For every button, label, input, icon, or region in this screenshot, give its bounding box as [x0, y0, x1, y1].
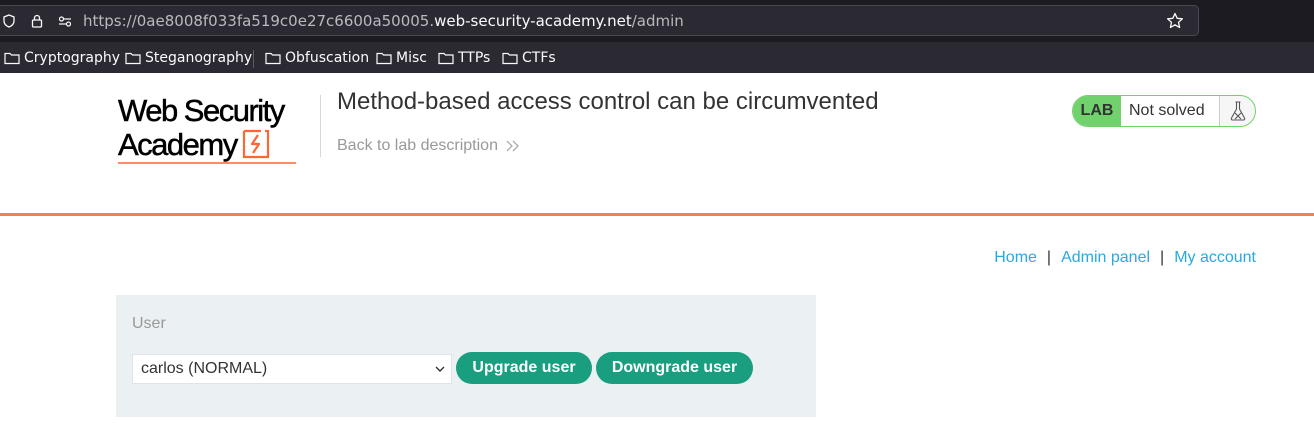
lab-label: LAB [1073, 96, 1121, 126]
chevron-down-icon [435, 366, 445, 372]
logo-line-1: Web Security [118, 93, 286, 128]
bookmark-obfuscation[interactable]: Obfuscation [265, 48, 369, 68]
url-host: web-security-academy.net [434, 12, 632, 30]
bookmark-label: Steganography [145, 50, 253, 66]
bookmark-misc[interactable]: Misc [376, 48, 427, 68]
bookmark-cryptography[interactable]: Cryptography [4, 48, 120, 68]
lock-icon[interactable] [30, 14, 44, 28]
folder-icon [376, 52, 392, 65]
flask-icon-wrapper [1220, 96, 1255, 126]
bookmarks-bar: Cryptography Steganography Obfuscation M… [0, 42, 1314, 73]
url-text[interactable]: https://0ae8008f033fa519c0e27c6600a50005… [83, 12, 684, 30]
folder-icon [4, 52, 20, 65]
lab-title: Method-based access control can be circu… [337, 88, 879, 115]
user-select[interactable]: carlos (NORMAL) [132, 354, 452, 384]
user-select-value: carlos (NORMAL) [141, 360, 268, 377]
lab-status-text: Not solved [1121, 96, 1220, 126]
bookmark-label: CTFs [522, 50, 556, 66]
bookmark-label: Obfuscation [285, 50, 370, 66]
top-navigation: Home | Admin panel | My account [994, 249, 1256, 267]
double-chevron-right-icon [506, 140, 519, 152]
nav-my-account-link[interactable]: My account [1174, 249, 1256, 267]
browser-toolbar: https://0ae8008f033fa519c0e27c6600a50005… [0, 0, 1314, 42]
nav-separator: | [1160, 249, 1165, 266]
lab-status-badge: LAB Not solved [1072, 95, 1256, 127]
flask-icon [1230, 101, 1245, 121]
admin-user-form: User carlos (NORMAL) Upgrade user Downgr… [116, 295, 816, 417]
nav-admin-panel-link[interactable]: Admin panel [1061, 249, 1150, 267]
bookmark-label: Misc [396, 50, 427, 66]
back-to-lab-link[interactable]: Back to lab description [337, 137, 520, 155]
bookmark-label: TTPs [458, 50, 491, 66]
header-separator-line [0, 213, 1314, 216]
header-divider [320, 95, 321, 157]
bookmark-ctfs[interactable]: CTFs [502, 48, 556, 68]
downgrade-user-button[interactable]: Downgrade user [596, 352, 753, 384]
folder-icon [502, 52, 518, 65]
permissions-icon[interactable] [58, 14, 72, 28]
bookmarks-separator [253, 50, 254, 68]
academy-logo[interactable]: Web Security Academy [118, 93, 318, 167]
upgrade-user-button[interactable]: Upgrade user [456, 352, 592, 384]
nav-separator: | [1046, 249, 1052, 266]
folder-icon [125, 52, 141, 65]
bookmark-label: Cryptography [24, 50, 121, 66]
logo-line-2-row: Academy [118, 127, 318, 161]
folder-icon [438, 52, 454, 65]
lightning-logo-icon [242, 129, 269, 159]
page-content: Web Security Academy Method-based access… [0, 73, 1314, 444]
url-path: /admin [631, 12, 684, 30]
logo-line-2: Academy [118, 127, 239, 162]
nav-home-link[interactable]: Home [994, 249, 1037, 267]
logo-underline [118, 162, 296, 164]
user-label: User [132, 315, 166, 332]
shield-icon[interactable] [2, 14, 16, 28]
folder-icon [265, 52, 281, 65]
back-link-label: Back to lab description [337, 137, 498, 154]
url-bar[interactable]: https://0ae8008f033fa519c0e27c6600a50005… [0, 5, 1199, 36]
bookmark-star-icon[interactable] [1166, 12, 1184, 30]
bookmark-ttps[interactable]: TTPs [438, 48, 490, 68]
bookmark-steganography[interactable]: Steganography [125, 48, 252, 68]
url-prefix: https://0ae8008f033fa519c0e27c6600a50005… [83, 12, 435, 30]
